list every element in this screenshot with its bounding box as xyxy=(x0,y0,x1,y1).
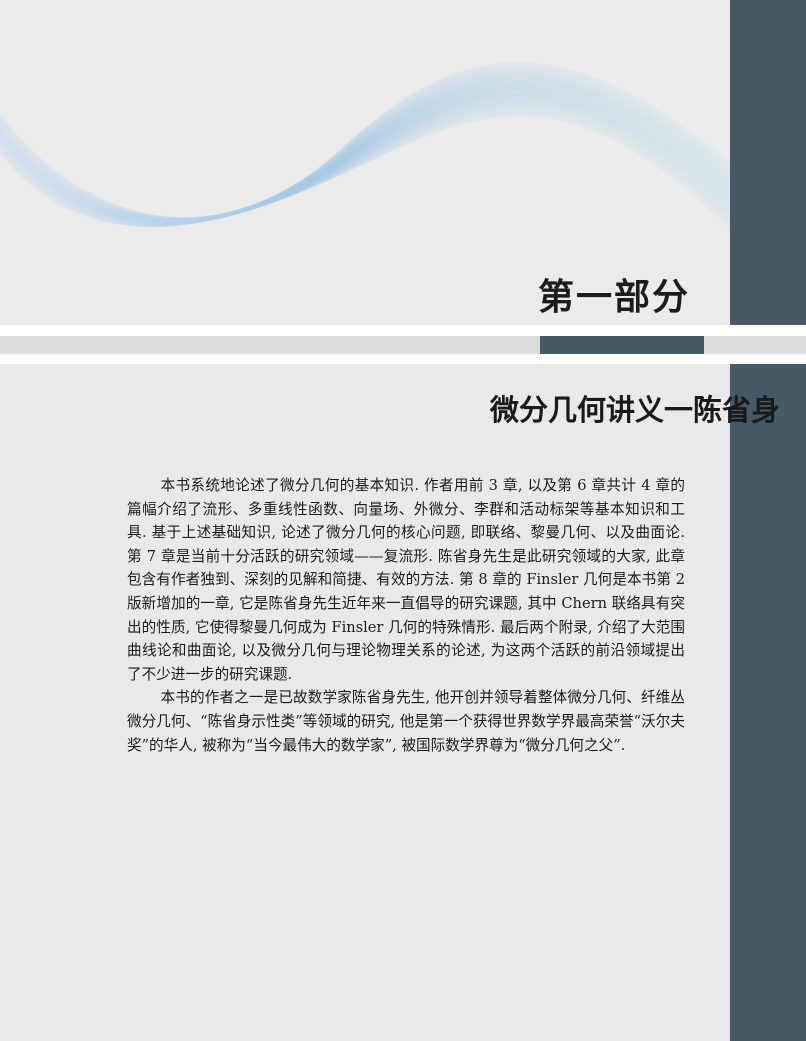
header-side-bar xyxy=(730,0,806,325)
divider-accent xyxy=(540,336,704,354)
book-title: 微分几何讲义一陈省身 xyxy=(489,393,780,427)
part-title: 第一部分 xyxy=(537,277,690,318)
header-panel: 第一部分 xyxy=(0,0,730,325)
book-description: 本书系统地论述了微分几何的基本知识. 作者用前 3 章, 以及第 6 章共计 4… xyxy=(127,474,685,757)
description-paragraph: 本书系统地论述了微分几何的基本知识. 作者用前 3 章, 以及第 6 章共计 4… xyxy=(127,477,685,683)
content-side-bar xyxy=(730,364,806,1041)
description-paragraph: 本书的作者之一是已故数学家陈省身先生, 他开创并领导着整体微分几何、纤维丛微分几… xyxy=(127,689,685,754)
